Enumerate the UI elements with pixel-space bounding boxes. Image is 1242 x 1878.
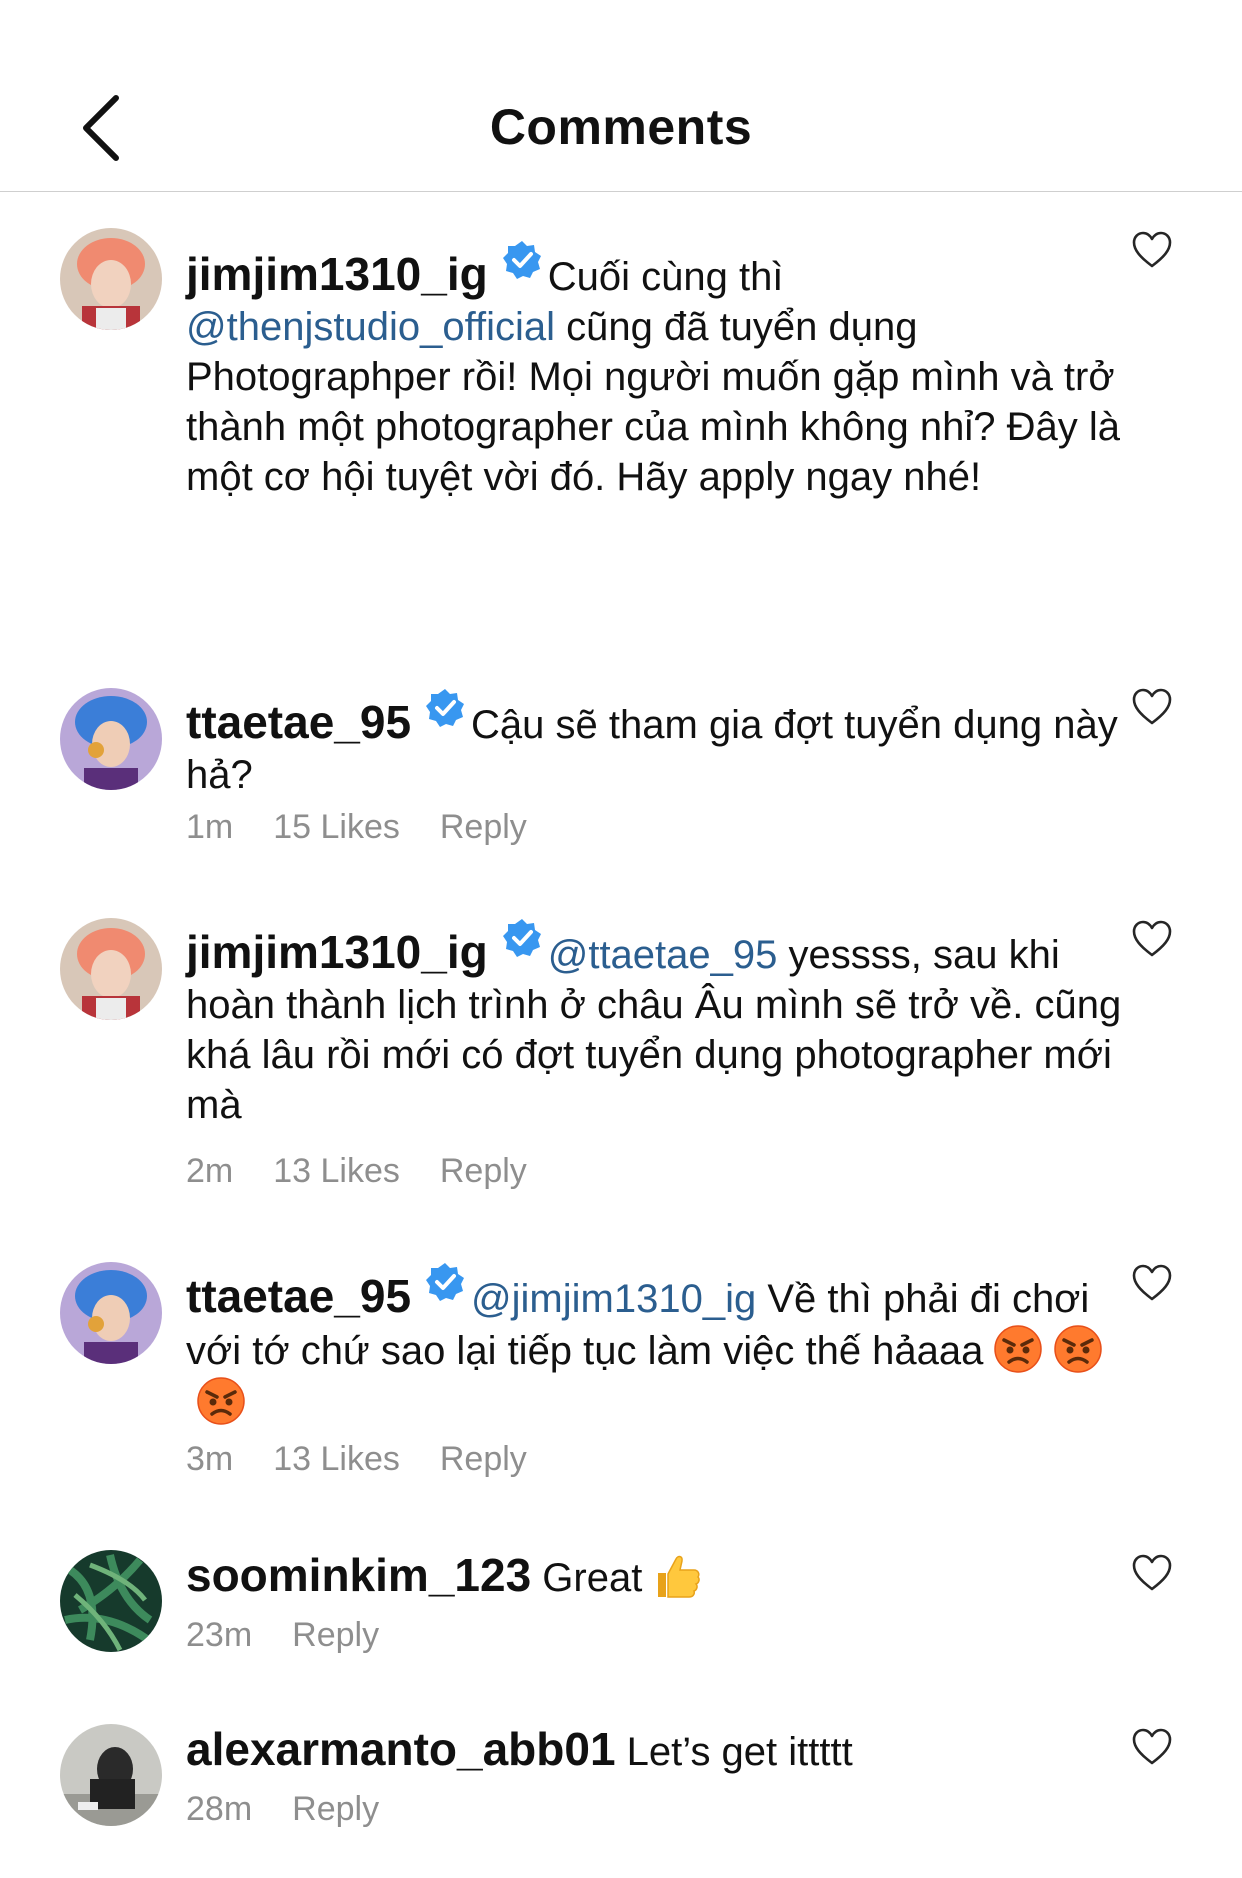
- comment-text: alexarmanto_abb01 Let’s get ittttt: [186, 1723, 853, 1775]
- header-bar: Comments: [0, 0, 1242, 192]
- verified-badge-icon: [502, 918, 542, 958]
- angry-face-emoji: [1053, 1324, 1103, 1374]
- comment-time: 23m: [186, 1616, 253, 1654]
- avatar[interactable]: [60, 1724, 162, 1826]
- comment-text: ttaetae_95 Cậu sẽ tham gia đợt tuyển dụng…: [186, 688, 1136, 800]
- reply-button[interactable]: Reply: [292, 1616, 379, 1654]
- comment-username[interactable]: soominkim_123: [186, 1549, 531, 1601]
- mention-link[interactable]: @jimjim1310_ig: [471, 1277, 756, 1321]
- mention-link[interactable]: @ttaetae_95: [548, 933, 778, 977]
- reply-button[interactable]: Reply: [292, 1790, 379, 1828]
- verified-badge-icon: [502, 240, 542, 280]
- avatar[interactable]: [60, 918, 162, 1020]
- comment-time: 2m: [186, 1152, 234, 1190]
- comment-username[interactable]: alexarmanto_abb01: [186, 1723, 616, 1775]
- heart-icon[interactable]: [1132, 1728, 1172, 1766]
- comment-meta: 23m Reply: [186, 1616, 419, 1655]
- comment-meta: 3m 13 Likes Reply: [186, 1440, 567, 1479]
- reply-button[interactable]: Reply: [440, 808, 527, 846]
- heart-icon[interactable]: [1132, 231, 1172, 269]
- heart-icon[interactable]: [1132, 688, 1172, 726]
- avatar[interactable]: [60, 228, 162, 330]
- comment-username[interactable]: ttaetae_95: [186, 696, 411, 748]
- angry-face-emoji: [993, 1324, 1043, 1374]
- comment-meta: 28m Reply: [186, 1790, 419, 1829]
- comment-text: ttaetae_95 @jimjim1310_ig Về thì phải đi …: [186, 1262, 1136, 1428]
- comment-text: jimjim1310_ig @ttaetae_95 yessss, sau khi…: [186, 918, 1136, 1130]
- comment-username[interactable]: jimjim1310_ig: [186, 926, 488, 978]
- comment-text: soominkim_123 Great: [186, 1550, 1136, 1603]
- comment-time: 3m: [186, 1440, 234, 1478]
- comment-time: 28m: [186, 1790, 253, 1828]
- mention-link[interactable]: @thenjstudio_official: [186, 305, 555, 349]
- verified-badge-icon: [425, 1262, 465, 1302]
- heart-icon[interactable]: [1132, 920, 1172, 958]
- reply-button[interactable]: Reply: [440, 1440, 527, 1478]
- comment-meta: 2m 13 Likes Reply: [186, 1152, 567, 1191]
- comment-username[interactable]: ttaetae_95: [186, 1270, 411, 1322]
- page-title: Comments: [489, 99, 753, 155]
- comment-username[interactable]: jimjim1310_ig: [186, 248, 488, 300]
- comment-text: jimjim1310_ig Cuối cùng thì @thenjstudio_…: [186, 240, 1136, 502]
- heart-icon[interactable]: [1132, 1264, 1172, 1302]
- avatar[interactable]: [60, 688, 162, 790]
- comment-time: 1m: [186, 808, 234, 846]
- avatar[interactable]: [60, 1262, 162, 1364]
- verified-badge-icon: [425, 688, 465, 728]
- comment-likes[interactable]: 13 Likes: [273, 1440, 400, 1478]
- comment-meta: 1m 15 Likes Reply: [186, 808, 567, 847]
- comment-likes[interactable]: 13 Likes: [273, 1152, 400, 1190]
- angry-face-emoji: [196, 1376, 246, 1426]
- comment-likes[interactable]: 15 Likes: [273, 808, 400, 846]
- reply-button[interactable]: Reply: [440, 1152, 527, 1190]
- avatar[interactable]: [60, 1550, 162, 1652]
- thumbs-up-emoji: [652, 1551, 702, 1601]
- heart-icon[interactable]: [1132, 1554, 1172, 1592]
